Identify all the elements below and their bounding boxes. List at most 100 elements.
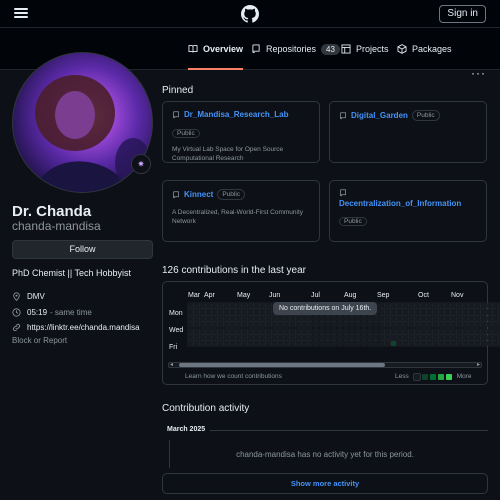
contribution-cell[interactable]	[222, 321, 230, 329]
contribution-cell[interactable]	[187, 308, 194, 316]
contribution-cell[interactable]	[282, 340, 290, 348]
contribution-cell[interactable]	[468, 301, 476, 310]
contribution-cell[interactable]	[366, 314, 374, 322]
contribution-cell[interactable]	[264, 340, 272, 348]
contribution-cell[interactable]	[402, 333, 410, 342]
contribution-cell[interactable]	[372, 321, 380, 329]
tab-overview[interactable]: Overview	[188, 44, 244, 70]
contribution-cell[interactable]	[216, 321, 224, 329]
contribution-cell[interactable]	[444, 333, 452, 342]
status-emoji-icon[interactable]: ✷	[131, 154, 151, 174]
contribution-cell[interactable]	[204, 333, 212, 342]
contribution-cell[interactable]	[187, 321, 194, 329]
contribution-cell[interactable]	[360, 340, 368, 348]
contribution-cell[interactable]	[276, 333, 284, 342]
contribution-cell[interactable]	[330, 327, 338, 335]
contribution-cell[interactable]	[390, 333, 398, 342]
contribution-cell[interactable]	[240, 340, 248, 348]
contribution-cell[interactable]	[426, 333, 434, 342]
contribution-cell[interactable]	[426, 301, 434, 310]
contribution-cell[interactable]	[420, 321, 428, 329]
contribution-cell[interactable]	[450, 340, 458, 348]
contribution-cell[interactable]	[372, 314, 380, 322]
contribution-cell[interactable]	[234, 321, 242, 329]
contribution-cell[interactable]	[204, 308, 212, 316]
contribution-cell[interactable]	[210, 308, 218, 316]
contribution-cell[interactable]	[330, 321, 338, 329]
contribution-cell[interactable]	[246, 314, 254, 322]
contribution-cell[interactable]	[420, 333, 428, 342]
contribution-cell[interactable]	[474, 333, 482, 342]
contribution-cell[interactable]	[187, 301, 194, 310]
contribution-cell[interactable]	[228, 308, 236, 316]
contribution-cell[interactable]	[348, 327, 356, 335]
contribution-cell[interactable]	[210, 333, 218, 342]
contribution-cell[interactable]	[438, 333, 446, 342]
more-options-icon[interactable]: ···	[471, 66, 486, 80]
contribution-cell[interactable]	[342, 333, 350, 342]
contribution-cell[interactable]	[420, 327, 428, 335]
contribution-cell[interactable]	[300, 333, 308, 342]
contribution-cell[interactable]	[366, 333, 374, 342]
contribution-cell[interactable]	[378, 327, 386, 335]
contribution-cell[interactable]	[204, 301, 212, 310]
sign-in-button[interactable]: Sign in	[439, 5, 486, 23]
contribution-cell[interactable]	[372, 340, 380, 348]
pinned-repo-link[interactable]: Dr_Mandisa_Research_Lab	[184, 110, 289, 119]
contribution-cell[interactable]	[444, 327, 452, 335]
contribution-cell[interactable]	[294, 321, 302, 329]
contribution-cell[interactable]	[240, 321, 248, 329]
contribution-cell[interactable]	[204, 321, 212, 329]
contribution-cell[interactable]	[252, 340, 260, 348]
contribution-cell[interactable]	[318, 340, 326, 348]
contribution-cell[interactable]	[312, 321, 320, 329]
contribution-cell[interactable]	[306, 340, 314, 348]
contribution-cell[interactable]	[474, 308, 482, 316]
contribution-cell[interactable]	[199, 301, 206, 310]
contribution-cell[interactable]	[270, 321, 278, 329]
learn-contributions-link[interactable]: Learn how we count contributions	[185, 373, 282, 380]
contribution-cell[interactable]	[486, 327, 493, 335]
contribution-cell[interactable]	[486, 333, 493, 342]
contribution-cell[interactable]	[492, 340, 499, 348]
contribution-cell[interactable]	[324, 340, 332, 348]
contribution-cell[interactable]	[474, 301, 482, 310]
contribution-cell[interactable]	[342, 340, 350, 348]
contribution-cell[interactable]	[246, 301, 254, 310]
contribution-cell[interactable]	[210, 327, 218, 335]
contribution-cell[interactable]	[342, 321, 350, 329]
contribution-cell[interactable]	[402, 308, 410, 316]
contribution-cell[interactable]	[414, 321, 422, 329]
contribution-cell[interactable]	[282, 333, 290, 342]
contribution-cell[interactable]	[324, 321, 332, 329]
contribution-cell[interactable]	[414, 301, 422, 310]
contribution-cell[interactable]	[240, 308, 248, 316]
contribution-cell[interactable]	[462, 314, 470, 322]
contribution-cell[interactable]	[193, 340, 200, 348]
contribution-cell[interactable]	[264, 327, 272, 335]
contribution-cell[interactable]	[306, 327, 314, 335]
contribution-cell[interactable]	[252, 301, 260, 310]
contribution-cell[interactable]	[456, 327, 464, 335]
contribution-cell[interactable]	[228, 314, 236, 322]
contribution-cell[interactable]	[282, 321, 290, 329]
contribution-cell[interactable]	[252, 333, 260, 342]
contribution-cell[interactable]	[462, 308, 470, 316]
contribution-cell[interactable]	[252, 314, 260, 322]
contribution-cell[interactable]	[474, 314, 482, 322]
contribution-cell[interactable]	[252, 308, 260, 316]
contribution-cell[interactable]	[216, 333, 224, 342]
tab-packages[interactable]: Packages	[397, 44, 452, 70]
contribution-cell[interactable]	[300, 321, 308, 329]
contribution-cell[interactable]	[312, 340, 320, 348]
contribution-cell[interactable]	[204, 314, 212, 322]
contribution-cell[interactable]	[444, 308, 452, 316]
contribution-cell[interactable]	[408, 327, 416, 335]
contribution-cell[interactable]	[294, 333, 302, 342]
contribution-cell[interactable]	[354, 333, 362, 342]
contribution-cell[interactable]	[390, 321, 398, 329]
contribution-cell[interactable]	[222, 308, 230, 316]
contribution-cell[interactable]	[360, 327, 368, 335]
contribution-cell[interactable]	[438, 301, 446, 310]
contribution-cell[interactable]	[240, 327, 248, 335]
